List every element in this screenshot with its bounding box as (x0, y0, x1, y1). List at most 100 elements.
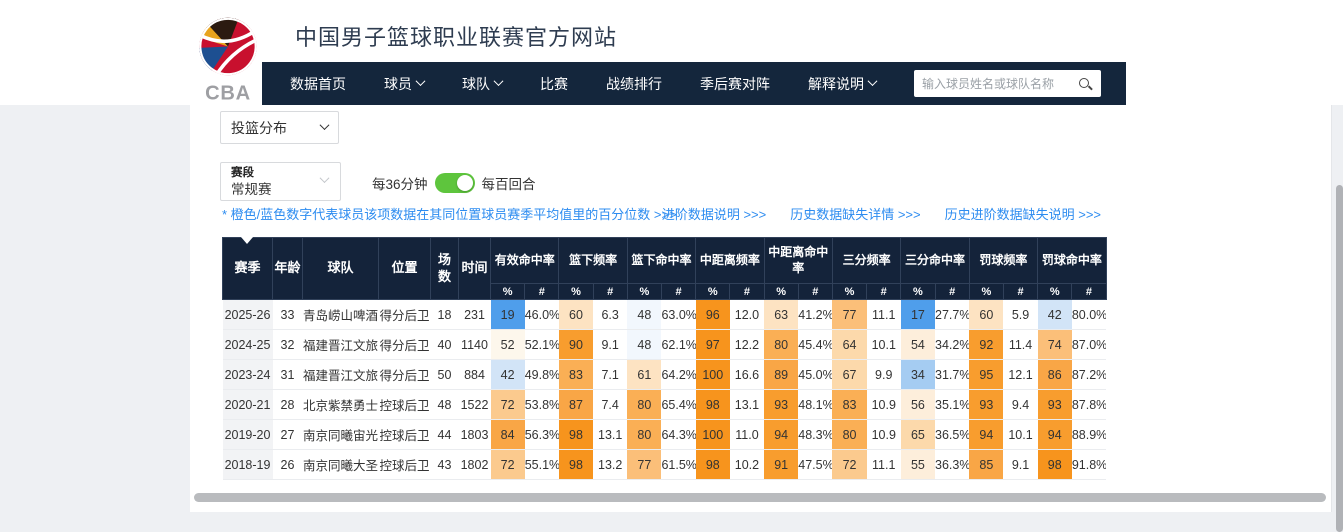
value-cell: 10.1 (1003, 420, 1037, 450)
percentile-note-link[interactable]: * 橙色/蓝色数字代表球员该项数据在其同位置球员赛季平均值里的百分位数 >>> (222, 204, 677, 223)
sub-header-#: # (1003, 284, 1037, 300)
top-header-band: CBA 中国男子篮球职业联赛官方网站 数据首页 球员 球队 比赛 战绩排行 季后赛对阵 解释… (0, 0, 1343, 105)
cba-logo[interactable]: CBA (192, 12, 264, 104)
percentile-cell: 60 (559, 300, 593, 330)
cell-team: 南京同曦宙光 (303, 420, 379, 450)
value-cell: 13.1 (593, 420, 627, 450)
table-row-2020-21: 2020-2128北京紫禁勇士控球后卫4815227253.8%877.4806… (223, 390, 1107, 420)
cell-games: 40 (431, 330, 459, 360)
cell-season: 2025-26 (223, 300, 273, 330)
percentile-cell: 98 (559, 420, 593, 450)
nav-item-数据首页[interactable]: 数据首页 (290, 74, 346, 94)
cell-minutes: 1803 (459, 420, 491, 450)
help-link-0[interactable]: 进阶数据说明 >>> (662, 204, 766, 223)
value-cell: 87.8% (1072, 390, 1106, 420)
percentile-cell: 83 (559, 360, 593, 390)
value-cell: 48.3% (798, 420, 832, 450)
value-cell: 64.2% (661, 360, 695, 390)
sub-header-#: # (798, 284, 832, 300)
percentile-cell: 98 (696, 390, 730, 420)
cell-minutes: 1802 (459, 450, 491, 480)
percentile-cell: 55 (901, 450, 935, 480)
sub-header-%: % (696, 284, 730, 300)
page-title: 中国男子篮球职业联赛官方网站 (295, 20, 617, 52)
value-cell: 87.0% (1072, 330, 1106, 360)
vertical-scrollbar[interactable] (1336, 185, 1343, 532)
cell-age: 33 (273, 300, 303, 330)
nav-item-比赛[interactable]: 比赛 (540, 74, 568, 94)
percentile-cell: 65 (901, 420, 935, 450)
value-cell: 35.1% (935, 390, 969, 420)
toggle-knob (457, 175, 473, 191)
column-header-位置: 位置 (379, 238, 431, 300)
search-input[interactable] (922, 77, 1077, 91)
help-link-2[interactable]: 历史进阶数据缺失说明 >>> (945, 204, 1101, 223)
nav-item-球队[interactable]: 球队 (462, 74, 502, 94)
percentile-cell: 87 (559, 390, 593, 420)
value-cell: 7.4 (593, 390, 627, 420)
percentile-cell: 60 (969, 300, 1003, 330)
percentile-cell: 42 (1038, 300, 1072, 330)
nav-item-季后赛对阵[interactable]: 季后赛对阵 (700, 74, 770, 94)
value-cell: 45.4% (798, 330, 832, 360)
column-header-时间: 时间 (459, 238, 491, 300)
value-cell: 11.1 (867, 300, 901, 330)
percentile-cell: 93 (969, 390, 1003, 420)
percentile-cell: 100 (696, 420, 730, 450)
rate-mode-toggle[interactable] (435, 173, 475, 193)
stats-table-wrap: 赛季年龄球队位置场数时间有效命中率篮下频率篮下命中率中距离频率中距离命中率三分频… (222, 237, 1106, 480)
value-cell: 9.4 (1003, 390, 1037, 420)
cell-team: 福建晋江文旅 (303, 330, 379, 360)
search-box (914, 70, 1101, 97)
nav-item-解释说明[interactable]: 解释说明 (808, 74, 876, 94)
percentile-cell: 94 (1038, 420, 1072, 450)
sub-header-%: % (764, 284, 798, 300)
value-cell: 64.3% (661, 420, 695, 450)
value-cell: 6.3 (593, 300, 627, 330)
percentile-cell: 98 (696, 450, 730, 480)
stat-group-header-三分命中率: 三分命中率 (901, 238, 969, 284)
shot-distribution-select[interactable]: 投篮分布 (220, 111, 339, 144)
percentile-cell: 48 (627, 300, 661, 330)
chevron-down-icon (320, 120, 330, 130)
value-cell: 87.2% (1072, 360, 1106, 390)
value-cell: 52.1% (525, 330, 559, 360)
nav-item-战绩排行[interactable]: 战绩排行 (606, 74, 662, 94)
value-cell: 88.9% (1072, 420, 1106, 450)
percentile-cell: 72 (491, 450, 525, 480)
sub-header-#: # (935, 284, 969, 300)
cell-position: 得分后卫 (379, 330, 431, 360)
percentile-cell: 19 (491, 300, 525, 330)
horizontal-scrollbar[interactable] (194, 493, 1326, 502)
help-link-1[interactable]: 历史数据缺失详情 >>> (790, 204, 920, 223)
stat-group-header-有效命中率: 有效命中率 (491, 238, 559, 284)
cell-age: 28 (273, 390, 303, 420)
stat-group-header-罚球频率: 罚球频率 (969, 238, 1037, 284)
value-cell: 10.2 (730, 450, 764, 480)
stage-select[interactable]: 赛段 常规赛 (220, 162, 341, 201)
value-cell: 48.1% (798, 390, 832, 420)
percentile-cell: 80 (627, 390, 661, 420)
chevron-down-icon (494, 76, 504, 86)
nav-items: 数据首页 球员 球队 比赛 战绩排行 季后赛对阵 解释说明 (290, 74, 914, 94)
stat-group-header-篮下命中率: 篮下命中率 (627, 238, 695, 284)
column-header-赛季[interactable]: 赛季 (223, 238, 273, 300)
percentile-cell: 54 (901, 330, 935, 360)
search-icon[interactable] (1077, 76, 1093, 92)
table-row-2018-19: 2018-1926南京同曦大圣控球后卫4318027255.1%9813.277… (223, 450, 1107, 480)
sub-header-%: % (559, 284, 593, 300)
cell-age: 26 (273, 450, 303, 480)
value-cell: 13.2 (593, 450, 627, 480)
value-cell: 36.3% (935, 450, 969, 480)
value-cell: 16.6 (730, 360, 764, 390)
value-cell: 5.9 (1003, 300, 1037, 330)
nav-item-球员[interactable]: 球员 (384, 74, 424, 94)
chevron-down-icon (416, 76, 426, 86)
percentile-cell: 93 (764, 390, 798, 420)
percentile-cell: 94 (969, 420, 1003, 450)
value-cell: 7.1 (593, 360, 627, 390)
value-cell: 65.4% (661, 390, 695, 420)
chevron-down-icon (868, 76, 878, 86)
cell-team: 青岛崂山啤酒 (303, 300, 379, 330)
value-cell: 10.9 (867, 420, 901, 450)
